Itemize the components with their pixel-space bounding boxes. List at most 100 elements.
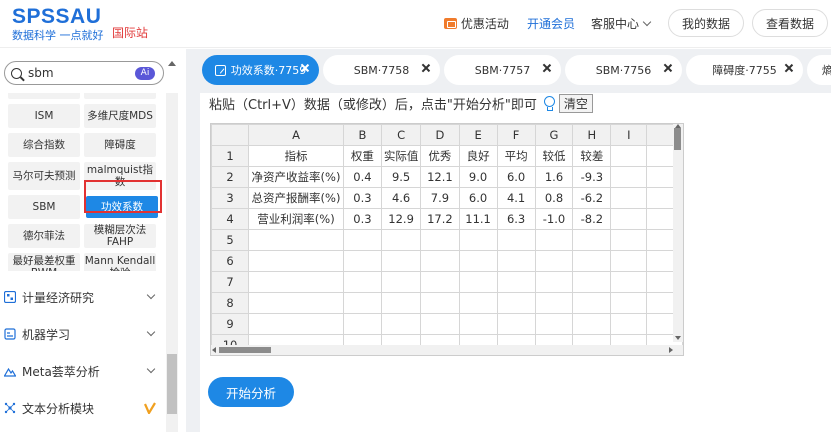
service-center-menu[interactable]: 客服中心 — [591, 15, 652, 32]
column-header[interactable]: E — [458, 124, 498, 146]
method-item-fahp[interactable]: 模糊层次法FAHP — [84, 224, 156, 248]
table-cell[interactable]: 较低 — [534, 145, 574, 167]
table-cell[interactable]: 11.1 — [458, 208, 498, 230]
method-item-obstacle-degree[interactable]: 障碍度 — [84, 133, 156, 157]
table-cell[interactable] — [420, 271, 460, 293]
table-cell[interactable]: 0.3 — [342, 208, 382, 230]
row-header[interactable]: 5 — [211, 229, 250, 251]
table-cell[interactable]: 平均 — [496, 145, 536, 167]
table-cell[interactable]: 营业利润率(%) — [248, 208, 344, 230]
column-header[interactable]: H — [572, 124, 612, 146]
table-cell[interactable] — [610, 313, 648, 335]
table-cell[interactable]: 7.9 — [420, 187, 460, 209]
column-header[interactable]: B — [342, 124, 382, 146]
section-machine-learning[interactable]: 机器学习 — [0, 319, 160, 349]
method-item-sbm[interactable]: SBM — [8, 195, 80, 219]
table-cell[interactable]: -8.2 — [572, 208, 612, 230]
table-cell[interactable]: 实际值 — [380, 145, 422, 167]
corner-cell[interactable] — [211, 124, 250, 146]
close-icon[interactable] — [421, 63, 431, 73]
table-cell[interactable] — [610, 271, 648, 293]
scroll-down-arrow-icon[interactable] — [675, 336, 681, 340]
table-cell[interactable] — [534, 292, 574, 314]
horizontal-scrollbar-thumb[interactable] — [219, 347, 271, 353]
table-cell[interactable] — [458, 229, 498, 251]
vip-link[interactable]: 开通会员 — [527, 15, 575, 32]
table-cell[interactable] — [420, 313, 460, 335]
section-econometrics[interactable]: 计量经济研究 — [0, 282, 160, 312]
table-cell[interactable] — [342, 271, 382, 293]
vertical-scrollbar-thumb[interactable] — [674, 128, 681, 150]
table-cell[interactable] — [572, 292, 612, 314]
intl-site-link[interactable]: 国际站 — [112, 24, 148, 41]
table-cell[interactable] — [458, 250, 498, 272]
table-cell[interactable]: 9.5 — [380, 166, 422, 188]
table-cell[interactable] — [610, 292, 648, 314]
table-cell[interactable]: 权重 — [342, 145, 382, 167]
tab-sbm-7757[interactable]: SBM·7757 — [444, 55, 561, 85]
row-header[interactable]: 1 — [211, 145, 250, 167]
table-cell[interactable] — [572, 250, 612, 272]
table-cell[interactable]: 净资产收益率(%) — [248, 166, 344, 188]
table-cell[interactable] — [534, 313, 574, 335]
close-icon[interactable] — [300, 63, 310, 73]
table-cell[interactable]: 优秀 — [420, 145, 460, 167]
table-cell[interactable] — [248, 229, 344, 251]
table-cell[interactable]: 4.1 — [496, 187, 536, 209]
scroll-right-arrow-icon[interactable] — [669, 347, 673, 353]
method-item-ism[interactable]: ISM — [8, 104, 80, 128]
vertical-scrollbar[interactable] — [673, 124, 683, 342]
row-header[interactable]: 6 — [211, 250, 250, 272]
method-item-bwm[interactable]: 最好最差权重BWM — [8, 253, 80, 271]
tab-obstacle-7755[interactable]: 障碍度·7755 — [686, 55, 803, 85]
table-cell[interactable]: -1.0 — [534, 208, 574, 230]
table-cell[interactable]: 0.3 — [342, 187, 382, 209]
table-cell[interactable] — [610, 229, 648, 251]
table-cell[interactable]: 17.2 — [420, 208, 460, 230]
table-cell[interactable] — [380, 271, 422, 293]
sidebar-scrollbar-thumb[interactable] — [167, 354, 177, 414]
table-cell[interactable] — [496, 313, 536, 335]
method-item-delphi[interactable]: 德尔菲法 — [8, 224, 80, 248]
column-header[interactable]: A — [248, 124, 344, 146]
view-data-button[interactable]: 查看数据 — [751, 9, 828, 37]
column-header[interactable]: F — [496, 124, 536, 146]
table-cell[interactable] — [534, 271, 574, 293]
row-header[interactable]: 7 — [211, 271, 250, 293]
table-cell[interactable] — [342, 313, 382, 335]
row-header[interactable]: 2 — [211, 166, 250, 188]
close-icon[interactable] — [784, 63, 794, 73]
method-item-mds[interactable]: 多维尺度MDS — [84, 104, 156, 128]
table-cell[interactable]: 6.0 — [458, 187, 498, 209]
table-cell[interactable] — [496, 271, 536, 293]
table-cell[interactable] — [572, 313, 612, 335]
table-cell[interactable] — [380, 292, 422, 314]
table-cell[interactable] — [572, 229, 612, 251]
table-cell[interactable]: 指标 — [248, 145, 344, 167]
table-cell[interactable] — [342, 229, 382, 251]
table-cell[interactable] — [420, 250, 460, 272]
table-cell[interactable] — [380, 313, 422, 335]
horizontal-scrollbar[interactable] — [211, 345, 683, 355]
table-cell[interactable] — [496, 292, 536, 314]
row-header[interactable]: 9 — [211, 313, 250, 335]
table-cell[interactable]: 0.4 — [342, 166, 382, 188]
close-icon[interactable] — [542, 63, 552, 73]
table-cell[interactable] — [248, 271, 344, 293]
table-cell[interactable]: 4.6 — [380, 187, 422, 209]
table-cell[interactable] — [610, 208, 648, 230]
table-cell[interactable]: 6.3 — [496, 208, 536, 230]
scroll-left-arrow-icon[interactable] — [212, 347, 216, 353]
close-icon[interactable] — [663, 63, 673, 73]
table-cell[interactable] — [342, 250, 382, 272]
table-cell[interactable]: 6.0 — [496, 166, 536, 188]
row-header[interactable]: 3 — [211, 187, 250, 209]
table-cell[interactable]: -6.2 — [572, 187, 612, 209]
table-cell[interactable]: 良好 — [458, 145, 498, 167]
my-data-button[interactable]: 我的数据 — [667, 9, 744, 37]
column-header[interactable]: D — [420, 124, 460, 146]
start-analysis-button[interactable]: 开始分析 — [208, 377, 294, 407]
table-cell[interactable] — [534, 250, 574, 272]
table-cell[interactable]: 较差 — [572, 145, 612, 167]
column-header[interactable]: G — [534, 124, 574, 146]
